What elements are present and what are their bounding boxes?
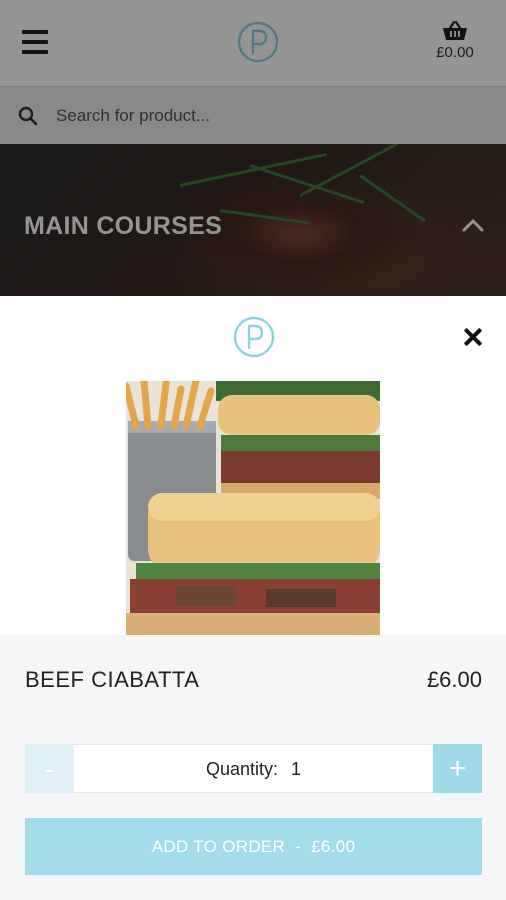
quantity-label: Quantity:: [205, 759, 278, 779]
close-icon[interactable]: [462, 326, 484, 348]
beef-ciabatta-photo: [126, 381, 380, 635]
product-image-area: [0, 381, 506, 635]
p-logo-icon: [233, 316, 275, 358]
increase-quantity-button[interactable]: +: [433, 744, 482, 793]
product-name: BEEF CIABATTA: [25, 667, 200, 692]
quantity-stepper: - Quantity: 1 +: [25, 744, 482, 793]
quantity-value: 1: [291, 759, 302, 779]
product-details: BEEF CIABATTA £6.00 - Quantity: 1 + ADD …: [0, 635, 506, 900]
add-to-order-button[interactable]: ADD TO ORDER - £6.00: [25, 818, 482, 875]
product-image: [126, 381, 380, 635]
quantity-display: Quantity: 1: [26, 759, 481, 780]
modal-backdrop[interactable]: [0, 0, 506, 296]
product-price: £6.00: [426, 667, 482, 692]
modal-header: [0, 296, 506, 381]
